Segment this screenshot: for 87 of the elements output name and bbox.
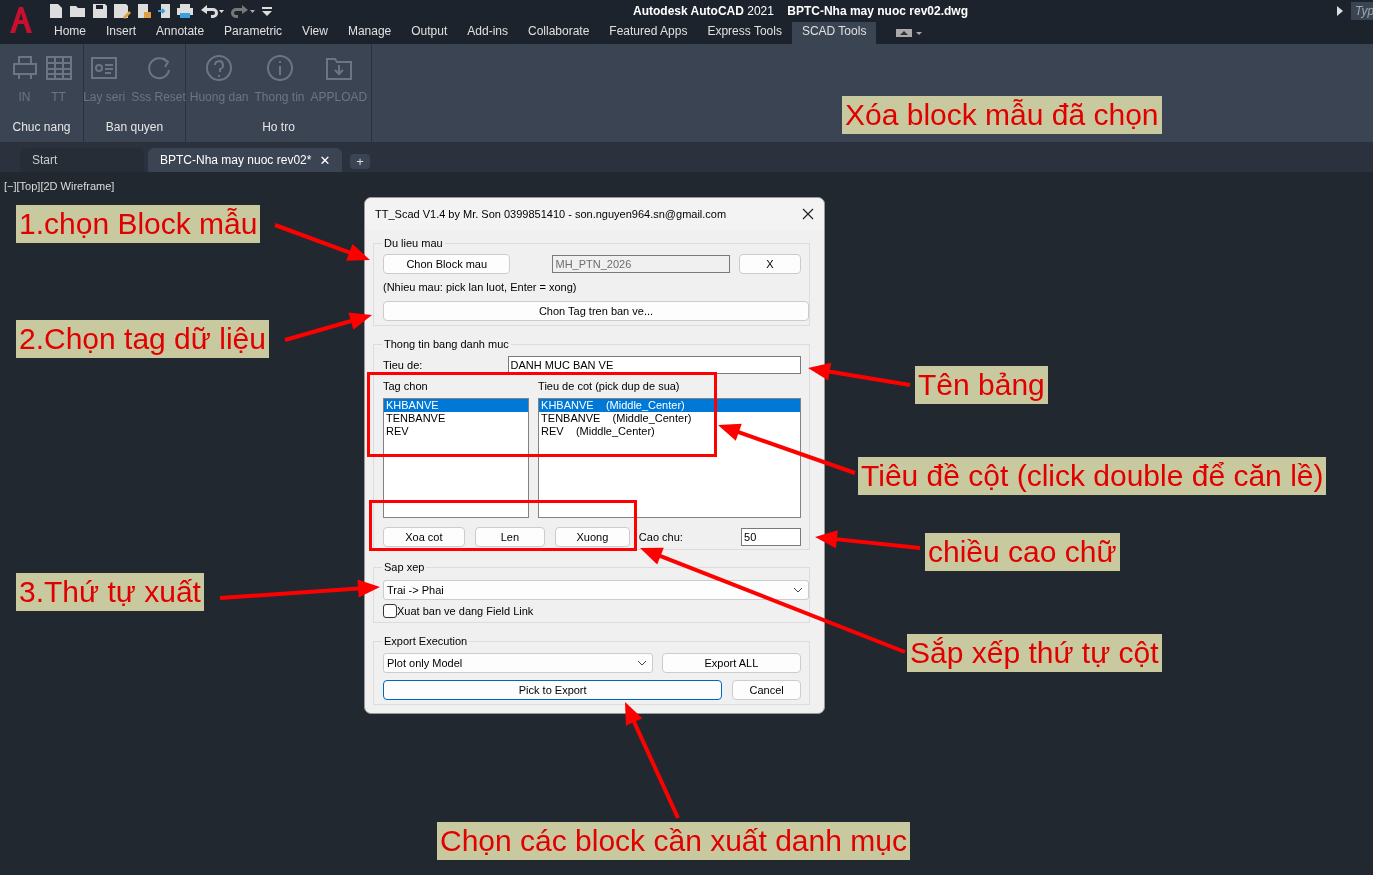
ribbon-tab[interactable]: Express Tools bbox=[697, 22, 792, 44]
group-label: Export Execution bbox=[382, 634, 470, 648]
group-label: Sap xep bbox=[382, 560, 427, 574]
group-label: Du lieu mau bbox=[382, 236, 445, 250]
checkbox-label[interactable]: Xuat ban ve dang Field Link bbox=[397, 605, 534, 617]
print-icon[interactable] bbox=[176, 3, 194, 19]
search-field[interactable]: Typ bbox=[1351, 2, 1373, 20]
list-action-button[interactable]: Xoa cot bbox=[383, 527, 465, 547]
callout-label: 1.chọn Block mẫu bbox=[16, 205, 261, 243]
export-mode-dropdown[interactable]: Plot only Model bbox=[383, 653, 653, 673]
list-action-button[interactable]: Xuong bbox=[554, 527, 630, 547]
ribbon-tab[interactable]: SCAD Tools bbox=[791, 22, 877, 44]
panel-title: Ban quyen bbox=[104, 120, 165, 136]
ribbon-tab[interactable]: Collaborate bbox=[518, 22, 600, 44]
dialog-title: TT_Scad V1.4 by Mr. Son 0399851410 - son.nguyen964.sn@gmail.com bbox=[375, 208, 727, 220]
ribbon-tab[interactable]: Manage bbox=[337, 22, 402, 44]
chevron-down-icon bbox=[636, 660, 647, 666]
list-item[interactable]: KHBANVE bbox=[384, 399, 529, 412]
list-item[interactable]: REV (Middle_Center) bbox=[539, 425, 800, 438]
tab-label[interactable]: BPTC-Nha may nuoc rev02* bbox=[160, 153, 312, 167]
help-icon bbox=[205, 54, 234, 82]
field-label: Tieu de: bbox=[383, 358, 424, 372]
app-logo-icon[interactable] bbox=[9, 6, 33, 34]
panel-title: Chuc nang bbox=[11, 120, 72, 136]
clear-button[interactable]: X bbox=[738, 254, 801, 274]
checkbox[interactable] bbox=[383, 604, 397, 618]
save-icon[interactable] bbox=[92, 3, 108, 19]
document-tab[interactable]: Start bbox=[20, 148, 144, 172]
printer-icon bbox=[10, 54, 39, 82]
callout-label: chiều cao chữ bbox=[925, 533, 1120, 571]
list-item[interactable]: KHBANVE (Middle_Center) bbox=[539, 399, 800, 412]
pick-tag-button[interactable]: Chon Tag tren ban ve... bbox=[383, 301, 809, 321]
window-title: Autodesk AutoCAD 2021 BPTC-Nha may nuoc rev02.dwg bbox=[633, 4, 968, 18]
import-icon[interactable] bbox=[157, 3, 171, 19]
ribbon-tab[interactable]: Output bbox=[401, 22, 458, 44]
ribbon-tab[interactable]: Parametric bbox=[214, 22, 293, 44]
callout-label: Xóa block mẫu đã chọn bbox=[842, 96, 1162, 134]
text-height-field[interactable]: 50 bbox=[741, 528, 801, 546]
list-label: Tieu de cot (pick dup de sua) bbox=[538, 380, 681, 393]
ribbon-tab[interactable]: Insert bbox=[96, 22, 147, 44]
callout-label: 3.Thứ tự xuất bbox=[16, 573, 204, 611]
ribbon-tab[interactable]: Annotate bbox=[146, 22, 215, 44]
ribbon-tab[interactable]: Home bbox=[44, 22, 96, 44]
new-file-icon[interactable] bbox=[48, 3, 64, 19]
pick-to-export-button[interactable]: Pick to Export bbox=[383, 680, 723, 700]
field-label: Cao chu: bbox=[638, 530, 684, 544]
export-all-button[interactable]: Export ALL bbox=[661, 653, 801, 673]
info-icon bbox=[265, 54, 294, 82]
chevron-down-icon bbox=[793, 587, 803, 593]
list-item[interactable]: TENBANVE (Middle_Center) bbox=[539, 412, 800, 425]
minimize-ribbon-icon[interactable] bbox=[896, 28, 923, 38]
column-list[interactable]: KHBANVE (Middle_Center) TENBANVE (Middle_Center) REV (Middle_Center) bbox=[538, 398, 801, 518]
table-icon bbox=[44, 54, 73, 82]
undo-icon[interactable] bbox=[199, 3, 225, 19]
redo-icon[interactable] bbox=[230, 3, 256, 19]
panel-title: Ho tro bbox=[261, 120, 296, 136]
callout-label: Tiêu đề cột (click double để căn lề) bbox=[858, 457, 1327, 495]
ribbon-tab[interactable]: Add-ins bbox=[457, 22, 518, 44]
open-folder-icon[interactable] bbox=[69, 3, 87, 19]
close-icon[interactable] bbox=[802, 208, 814, 220]
list-item[interactable]: REV bbox=[384, 425, 529, 438]
sort-order-dropdown[interactable]: Trai -> Phai bbox=[383, 580, 809, 600]
pick-block-button[interactable]: Chon Block mau bbox=[383, 254, 511, 274]
table-title-field[interactable]: DANH MUC BAN VE bbox=[507, 356, 801, 374]
viewport-label[interactable]: [−][Top][2D Wireframe] bbox=[4, 180, 115, 192]
callout-label: Chọn các block cần xuất danh mục bbox=[437, 822, 910, 860]
new-tab-button[interactable]: + bbox=[350, 154, 370, 169]
list-action-button[interactable]: Len bbox=[474, 527, 545, 547]
callout-label: 2.Chọn tag dữ liệu bbox=[16, 320, 269, 358]
tab-label[interactable]: Start bbox=[32, 153, 58, 167]
expand-arrow-icon[interactable] bbox=[1337, 6, 1343, 16]
document-tab[interactable]: BPTC-Nha may nuoc rev02* ✕ bbox=[148, 148, 343, 172]
list-label: Tag chon bbox=[383, 380, 429, 393]
ribbon-tab[interactable]: Featured Apps bbox=[599, 22, 698, 44]
list-item[interactable]: TENBANVE bbox=[384, 412, 529, 425]
hint-text: (Nhieu mau: pick lan luot, Enter = xong) bbox=[383, 281, 578, 294]
group-label: Thong tin bang danh muc bbox=[382, 337, 511, 351]
save-as-icon[interactable] bbox=[113, 3, 131, 19]
callout-label: Sắp xếp thứ tự cột bbox=[907, 634, 1162, 672]
block-name-field[interactable]: MH_PTN_2026 bbox=[552, 255, 730, 273]
callout-label: Tên bảng bbox=[915, 366, 1048, 404]
document-icon[interactable] bbox=[136, 3, 152, 19]
id-card-icon bbox=[90, 54, 119, 82]
close-tab-button[interactable]: ✕ bbox=[319, 152, 331, 168]
cancel-button[interactable]: Cancel bbox=[732, 680, 801, 700]
tag-list[interactable]: KHBANVE TENBANVE REV bbox=[383, 398, 530, 518]
ribbon-tab[interactable]: View bbox=[292, 22, 338, 44]
